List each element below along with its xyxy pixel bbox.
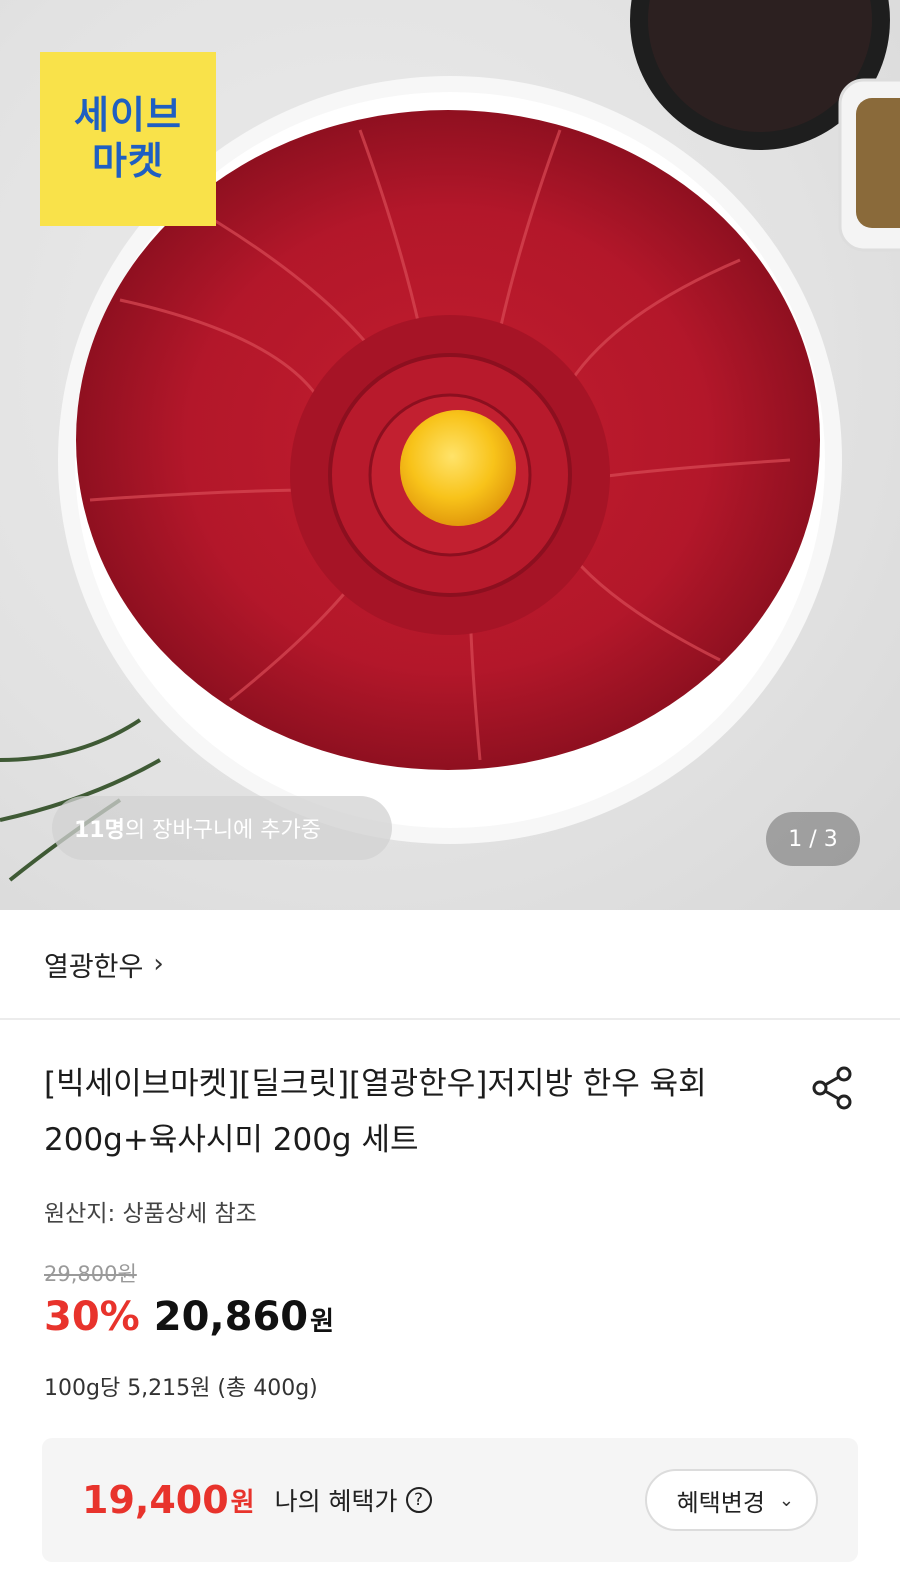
product-title: [빅세이브마켓][딜크릿][열광한우]저지방 한우 육회 200g+육사시미 2… (44, 1066, 707, 1158)
benefit-label: 나의 혜택가 (274, 1487, 398, 1516)
seller-name: 열광한우 (44, 951, 144, 983)
chevron-right-icon: › (153, 949, 164, 979)
benefit-price-box: 19,400 원 나의 혜택가 ? 혜택변경 ⌄ (42, 1438, 858, 1562)
image-page-indicator: 1 / 3 (766, 812, 860, 866)
product-image-carousel[interactable]: 세이브 마켓 11명 의 장바구니에 추가중 1 / 3 (0, 0, 900, 910)
price-row: 30% 20,860 원 (44, 1294, 856, 1340)
chevron-down-icon: ⌄ (778, 1489, 794, 1511)
discount-rate: 30% (44, 1294, 140, 1340)
change-benefit-label: 혜택변경 (676, 1488, 765, 1517)
badge-line-1: 세이브 (74, 93, 182, 138)
product-info: [빅세이브마켓][딜크릿][열광한우]저지방 한우 육회 200g+육사시미 2… (0, 1020, 900, 1402)
cart-text: 의 장바구니에 추가중 (124, 818, 322, 843)
badge-line-2: 마켓 (92, 139, 164, 183)
original-price: 29,800원 (44, 1262, 137, 1286)
save-market-badge: 세이브 마켓 (40, 52, 216, 226)
sale-price-currency: 원 (310, 1307, 335, 1337)
benefit-price: 19,400 (82, 1478, 229, 1522)
help-icon[interactable]: ? (405, 1487, 432, 1513)
cart-activity-pill: 11명 의 장바구니에 추가중 (52, 796, 392, 860)
sale-price: 20,860 (153, 1294, 309, 1340)
cart-count: 11명 (74, 818, 125, 843)
unit-price: 100g당 5,215원 (총 400g) (44, 1376, 318, 1401)
seller-link[interactable]: 열광한우 › (0, 910, 900, 1020)
change-benefit-button[interactable]: 혜택변경 ⌄ (644, 1469, 818, 1531)
origin-label: 원산지: 상품상세 참조 (44, 1201, 257, 1227)
benefit-price-currency: 원 (230, 1487, 255, 1518)
share-icon[interactable] (808, 1064, 856, 1112)
